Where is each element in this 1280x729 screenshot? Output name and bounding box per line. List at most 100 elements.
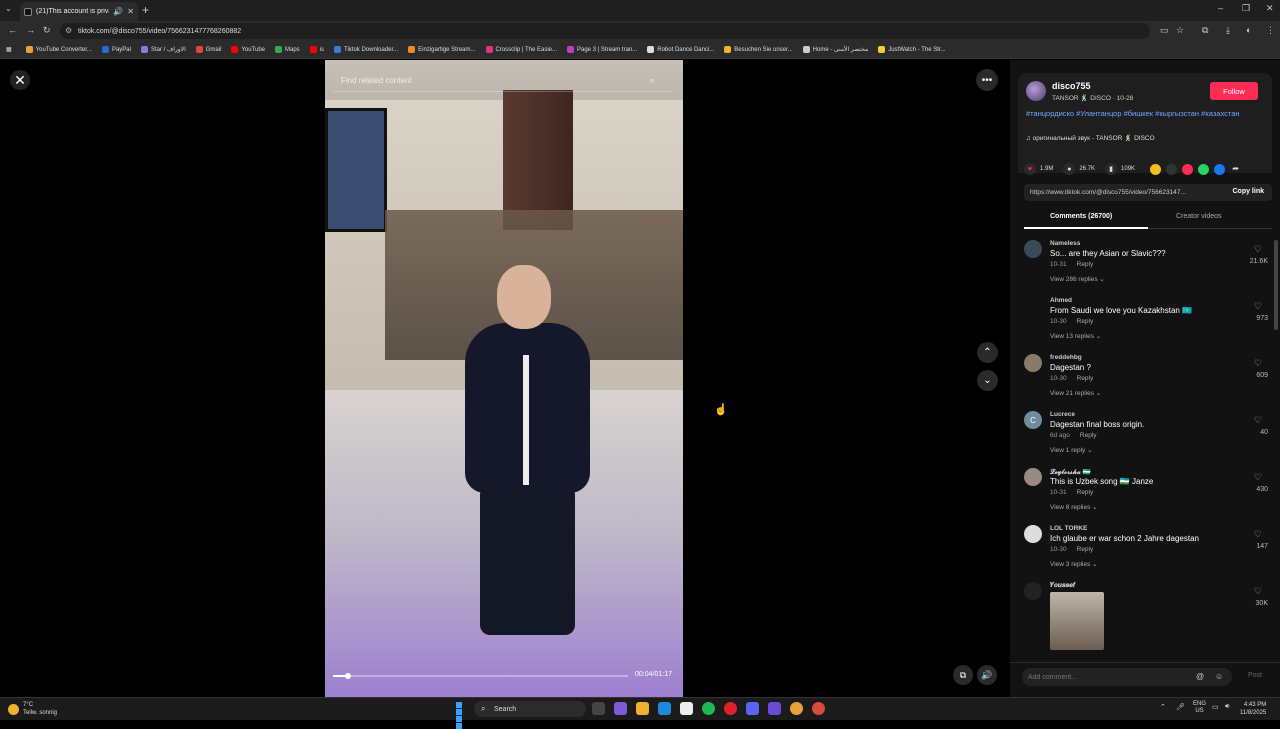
back-icon[interactable]: ← xyxy=(8,25,17,35)
site-info-icon[interactable]: ⚙ xyxy=(65,26,72,35)
close-viewer-button[interactable]: ✕ xyxy=(10,70,30,90)
comment-list[interactable]: Nameless So... are they Asian or Slavic?… xyxy=(1024,236,1272,656)
reply-button[interactable]: Reply xyxy=(1077,318,1094,325)
video-player[interactable]: Find related content ⌕ 00:04/01:17 xyxy=(325,60,683,697)
volume-button[interactable]: 🔊 xyxy=(977,665,997,685)
url-input[interactable]: ⚙ tiktok.com/@disco755/video/75662314777… xyxy=(60,23,1150,39)
previous-video-button[interactable]: ⌃ xyxy=(977,342,998,363)
reply-button[interactable]: Reply xyxy=(1077,375,1094,382)
whatsapp-icon[interactable] xyxy=(1198,163,1210,175)
bookmark-item[interactable]: Gmail xyxy=(195,46,221,53)
bookmark-item[interactable]: Crossclip | The Easie... xyxy=(485,46,557,53)
forward-icon[interactable]: → xyxy=(26,25,35,35)
comment-like-icon[interactable]: ♡ xyxy=(1254,472,1262,483)
store-icon[interactable] xyxy=(680,702,693,715)
browser-tab-active[interactable]: (21)This account is private 🔊 ✕ xyxy=(20,2,138,21)
view-replies-button[interactable]: View 21 replies ⌄ xyxy=(1050,389,1101,397)
view-replies-button[interactable]: View 1 reply ⌄ xyxy=(1050,446,1093,454)
comment-like-icon[interactable]: ♡ xyxy=(1254,415,1262,426)
commenter-avatar[interactable] xyxy=(1024,297,1042,315)
commenter-avatar[interactable] xyxy=(1024,240,1042,258)
commenter-avatar[interactable] xyxy=(1024,354,1042,372)
reply-button[interactable]: Reply xyxy=(1077,546,1094,553)
comment-like-icon[interactable]: ♡ xyxy=(1254,301,1262,312)
more-options-button[interactable]: ••• xyxy=(976,69,998,91)
share-arrow-icon[interactable]: ➦ xyxy=(1230,164,1241,175)
apps-icon[interactable]: ▦ xyxy=(6,46,12,53)
reload-icon[interactable]: ↻ xyxy=(43,25,51,36)
comment-gif-image[interactable] xyxy=(1050,592,1104,650)
weather-widget[interactable]: 7°C Teilw. sonnig xyxy=(8,701,57,717)
save-button[interactable]: ▮ 109K xyxy=(1105,163,1135,175)
copy-link-button[interactable]: Copy link xyxy=(1232,188,1264,195)
opera-icon[interactable] xyxy=(724,702,737,715)
commenter-avatar[interactable] xyxy=(1024,582,1042,600)
chrome-icon[interactable] xyxy=(790,702,803,715)
reply-button[interactable]: Reply xyxy=(1080,432,1097,439)
find-related-search[interactable]: Find related content ⌕ xyxy=(333,70,673,92)
emoji-icon[interactable]: ☺ xyxy=(1215,672,1223,681)
facebook-icon[interactable] xyxy=(1214,163,1226,175)
comment-like-icon[interactable]: ♡ xyxy=(1254,244,1262,255)
edge-icon[interactable] xyxy=(658,702,671,715)
video-progress-bar[interactable] xyxy=(333,673,628,679)
cast-icon[interactable]: ▭ xyxy=(1160,25,1169,36)
tab-comments[interactable]: Comments (26700) xyxy=(1050,213,1112,220)
commenter-name[interactable]: Lucrece xyxy=(1050,411,1075,418)
post-comment-button[interactable]: Post xyxy=(1248,672,1262,679)
discord-icon[interactable] xyxy=(746,702,759,715)
bookmark-item[interactable]: Maps xyxy=(275,46,300,53)
bookmark-item[interactable]: Besuchen Sie unser... xyxy=(724,46,793,53)
minimize-icon[interactable]: – xyxy=(1218,3,1223,13)
bookmark-item[interactable]: is xyxy=(309,46,324,53)
bookmark-item[interactable]: Tiktok Downloader... xyxy=(334,46,398,53)
tab-list-icon[interactable]: ⌄ xyxy=(5,4,12,13)
bookmark-item[interactable]: Star / الاوراف xyxy=(140,46,186,53)
commenter-name[interactable]: Nameless xyxy=(1050,240,1080,247)
task-view-icon[interactable] xyxy=(592,702,605,715)
commenter-name[interactable]: 𝓛𝓮𝔂𝓵𝓸𝓻𝓼𝓱𝓪 🇺🇿 xyxy=(1050,468,1091,477)
bookmark-item[interactable]: JustWatch - The Str... xyxy=(878,46,946,53)
view-replies-button[interactable]: View 8 replies ⌄ xyxy=(1050,503,1098,511)
commenter-name[interactable]: 𝒀𝒐𝒖𝒔𝒔𝒆𝒇 xyxy=(1050,582,1075,590)
spotify-icon[interactable] xyxy=(702,702,715,715)
embed-icon[interactable] xyxy=(1166,163,1178,175)
commenter-avatar[interactable] xyxy=(1024,525,1042,543)
view-replies-button[interactable]: View 3 replies ⌄ xyxy=(1050,560,1098,568)
menu-icon[interactable]: ⋮ xyxy=(1266,25,1275,36)
follow-button[interactable]: Follow xyxy=(1210,82,1258,100)
volume-icon[interactable]: 🔊︎ xyxy=(1225,703,1229,711)
comment-like-icon[interactable]: ♡ xyxy=(1254,529,1262,540)
bookmark-item[interactable]: YouTube xyxy=(231,46,265,53)
new-tab-button[interactable]: + xyxy=(142,3,149,17)
start-button[interactable] xyxy=(456,702,469,729)
reply-button[interactable]: Reply xyxy=(1077,489,1094,496)
author-avatar[interactable] xyxy=(1026,81,1046,101)
tab-creator-videos[interactable]: Creator videos xyxy=(1176,213,1222,220)
bookmark-star-icon[interactable]: ☆ xyxy=(1176,25,1184,36)
view-replies-button[interactable]: View 13 replies ⌄ xyxy=(1050,332,1101,340)
commenter-name[interactable]: freddehbg xyxy=(1050,354,1082,361)
mini-player-button[interactable]: ⧉ xyxy=(953,665,973,685)
post-hashtags[interactable]: #танцордиско #Улантанцор #бишкек #кыргыз… xyxy=(1026,109,1256,119)
app-red-icon[interactable] xyxy=(812,702,825,715)
file-explorer-icon[interactable] xyxy=(636,702,649,715)
author-username[interactable]: disco755 xyxy=(1052,81,1091,91)
tab-close-icon[interactable]: ✕ xyxy=(127,7,134,16)
bookmark-item[interactable]: Page 3 | Stream tran... xyxy=(567,46,637,53)
share-coin-icon[interactable] xyxy=(1150,163,1162,175)
bookmark-item[interactable]: PayPal xyxy=(101,46,131,53)
post-link[interactable]: https://www.tiktok.com/@disco755/video/7… xyxy=(1030,189,1186,196)
search-icon[interactable]: ⌕ xyxy=(650,75,655,86)
page-scrollbar[interactable] xyxy=(1274,240,1278,330)
comment-button[interactable]: ● 26.7K xyxy=(1063,163,1095,175)
bookmark-item[interactable]: Home - مختصر الأمنى xyxy=(802,46,868,53)
extensions-icon[interactable]: ⧉ xyxy=(1202,25,1208,36)
bookmark-item[interactable]: Einzigartige Stream... xyxy=(408,46,476,53)
window-close-icon[interactable]: ✕ xyxy=(1266,3,1274,14)
bookmark-item[interactable]: Robot Dance Danci... xyxy=(647,46,714,53)
comment-like-icon[interactable]: ♡ xyxy=(1254,358,1262,369)
send-to-friends-icon[interactable] xyxy=(1182,163,1194,175)
mention-icon[interactable]: @ xyxy=(1196,672,1204,681)
downloads-icon[interactable]: ⤓ xyxy=(1226,25,1230,36)
